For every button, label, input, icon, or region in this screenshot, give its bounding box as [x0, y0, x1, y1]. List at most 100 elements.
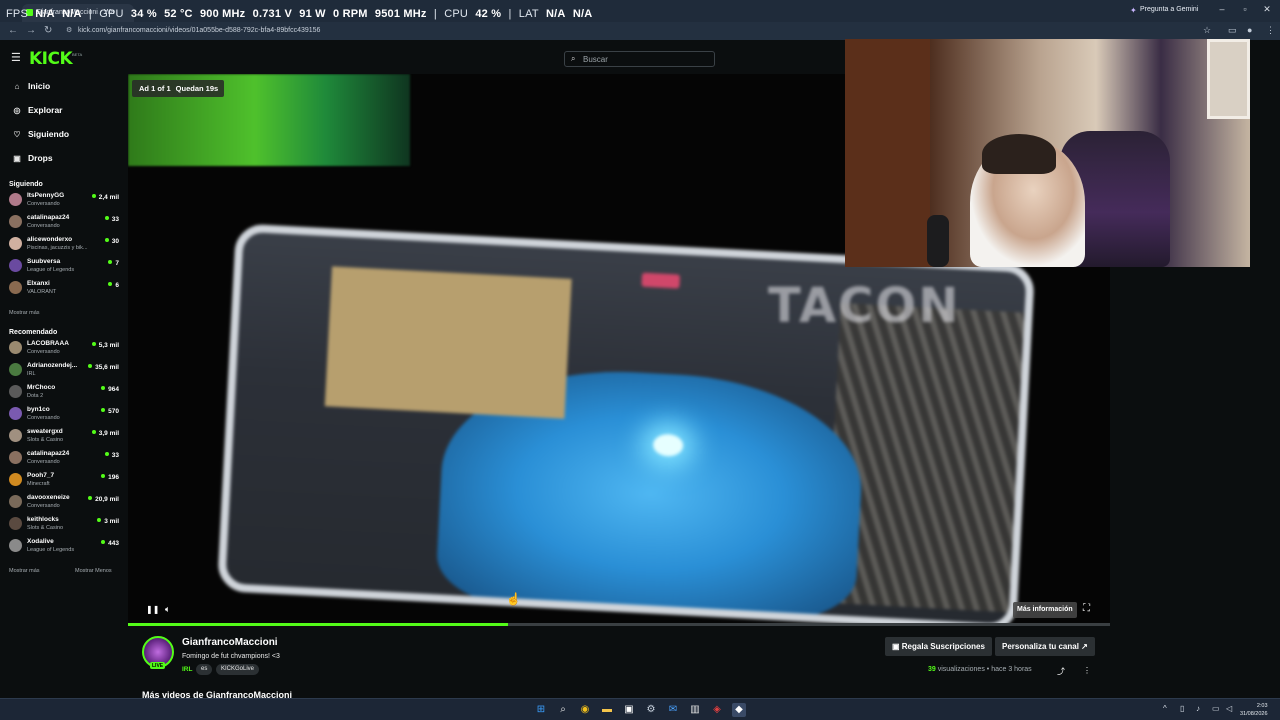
taskbar-search-icon[interactable]: ⌕	[556, 703, 570, 717]
channel-name: Elxanxi	[27, 280, 50, 287]
menu-icon[interactable]: ⋮	[1266, 25, 1275, 36]
tag-kickgolive[interactable]: KICKGoLive	[216, 664, 260, 675]
channel-avatar	[9, 259, 22, 272]
taskbar-clock[interactable]: 2:03 31/08/2026	[1240, 702, 1268, 718]
ask-gemini-button[interactable]: ✦ Pregunta a Gemini	[1126, 3, 1204, 18]
fullscreen-icon[interactable]: ⛶	[1083, 603, 1090, 614]
viewer-count: 33	[105, 452, 119, 459]
recommended-show-more-link[interactable]: Mostrar más	[9, 568, 40, 574]
channel-category: VALORANT	[27, 289, 57, 295]
hamburger-menu-icon[interactable]: ☰	[11, 51, 21, 64]
sidebar-channel[interactable]: Elxanxi VALORANT 6	[9, 278, 121, 298]
webcam-overlay	[845, 39, 1250, 267]
category-link[interactable]: IRL	[182, 666, 192, 673]
sidebar-channel[interactable]: ItsPennyGG Conversando 2,4 mil	[9, 190, 121, 210]
viewer-count: 196	[101, 474, 119, 481]
channel-name: Suubversa	[27, 258, 61, 265]
profile-icon[interactable]: ●	[1247, 25, 1252, 35]
video-phone-tag	[641, 272, 681, 289]
sidebar-item-inicio[interactable]: ⌂ Inicio	[11, 81, 51, 91]
pause-icon[interactable]: ❚❚	[146, 605, 159, 614]
channel-name: sweatergxd	[27, 428, 63, 435]
sidebar-channel[interactable]: catalinapaz24 Conversando 33	[9, 448, 121, 468]
ad-count-label: Ad 1 of 1	[139, 84, 171, 93]
steelseries-icon[interactable]: ◈	[710, 703, 724, 717]
volume-icon[interactable]: 🔈︎	[165, 604, 170, 615]
tray-mic-icon[interactable]: ♪	[1196, 704, 1200, 713]
kick-logo[interactable]: KICK	[29, 49, 73, 69]
sidebar-channel[interactable]: catalinapaz24 Conversando 33	[9, 212, 121, 232]
sidebar-channel[interactable]: Xodalive League of Legends 443	[9, 536, 121, 556]
sidebar-channel[interactable]: davooxeneize Conversando 20,9 mil	[9, 492, 121, 512]
sidebar-channel[interactable]: Adrianozendej... IRL 35,6 mil	[9, 360, 121, 380]
sidebar-channel[interactable]: byn1co Conversando 570	[9, 404, 121, 424]
sidebar-channel[interactable]: Pooh7_7 Minecraft 196	[9, 470, 121, 490]
file-explorer-icon[interactable]: ▬	[600, 703, 614, 717]
sidebar-item-explorar[interactable]: ◎ Explorar	[11, 105, 63, 115]
sidebar-channel[interactable]: LACOBRAAA Conversando 5,3 mil	[9, 338, 121, 358]
cast-icon[interactable]: ▭	[1228, 25, 1237, 36]
chrome-icon[interactable]: ◉	[578, 703, 592, 717]
sidebar-channel[interactable]: sweatergxd Slots & Casino 3,9 mil	[9, 426, 121, 446]
tray-battery-icon[interactable]: ▯	[1180, 704, 1184, 713]
more-info-button[interactable]: Más información	[1013, 602, 1077, 618]
windows-start-icon[interactable]: ⊞	[534, 703, 548, 717]
kebab-menu-icon[interactable]: ⋮	[1083, 666, 1091, 675]
gift-subs-label: Regala Suscripciones	[901, 642, 985, 651]
channel-category: League of Legends	[27, 267, 75, 273]
live-badge: LIVE	[150, 662, 166, 669]
sidebar-item-drops[interactable]: ▣ Drops	[11, 153, 52, 163]
viewer-count: 6	[108, 282, 119, 289]
close-icon[interactable]: ✕	[1260, 4, 1274, 15]
following-show-more-link[interactable]: Mostrar más	[9, 310, 40, 316]
tag-language[interactable]: es	[196, 664, 213, 675]
viewer-count: 20,9 mil	[88, 496, 119, 503]
osd-gpu-power: 91 W	[299, 8, 326, 20]
viewer-count: 443	[101, 540, 119, 547]
viewer-count: 33	[105, 216, 119, 223]
minimize-icon[interactable]: –	[1215, 4, 1229, 14]
sidebar-channel[interactable]: alicewonderxo Piscinas, jacuzzis y bik...…	[9, 234, 121, 254]
channel-name: LACOBRAAA	[27, 340, 69, 347]
more-videos-heading: Más videos de GianfrancoMaccioni	[142, 690, 293, 698]
channel-category: IRL	[27, 371, 36, 377]
forward-icon[interactable]: →	[26, 25, 36, 36]
recommended-show-less-link[interactable]: Mostrar Menos	[75, 568, 112, 574]
channel-avatar	[9, 473, 22, 486]
customize-channel-button[interactable]: Personaliza tu canal ↗	[995, 637, 1095, 656]
viewer-count: 3 mil	[97, 518, 119, 525]
channel-name[interactable]: GianfrancoMaccioni	[182, 637, 278, 648]
store-icon[interactable]: ▣	[622, 703, 636, 717]
url-field[interactable]: kick.com/gianfrancomaccioni/videos/01a05…	[78, 27, 320, 34]
webcam-door	[845, 39, 930, 267]
sidebar-item-siguiendo[interactable]: ♡ Siguiendo	[11, 129, 69, 139]
gift-subs-button[interactable]: ▣ Regala Suscripciones	[885, 637, 992, 656]
sidebar-item-label: Explorar	[28, 105, 63, 115]
audio-app-icon[interactable]: ▥	[688, 703, 702, 717]
tray-volume-icon[interactable]: ◁	[1226, 704, 1232, 713]
gift-icon: ▣	[13, 154, 21, 163]
windows-taskbar: ⊞ ⌕ ◉ ▬ ▣ ⚙ ✉ ▥ ◈ ◆ ^ ▯ ♪ ▭ ◁ 2:03 31/08…	[0, 698, 1280, 720]
back-icon[interactable]: ←	[8, 25, 18, 36]
channel-avatar	[9, 193, 22, 206]
sidebar-channel[interactable]: MrChoco Dota 2 964	[9, 382, 121, 402]
maximize-icon[interactable]: ▫	[1238, 4, 1252, 14]
sidebar-channel[interactable]: keithlocks Slots & Casino 3 mil	[9, 514, 121, 534]
sidebar-item-label: Inicio	[28, 81, 51, 91]
site-info-icon[interactable]: ⚙	[66, 26, 72, 34]
mail-icon[interactable]: ✉	[666, 703, 680, 717]
tray-chevron-icon[interactable]: ^	[1163, 704, 1167, 713]
channel-name: davooxeneize	[27, 494, 70, 501]
reload-icon[interactable]: ↻	[44, 25, 52, 36]
share-icon[interactable]: ⤴	[1057, 666, 1065, 677]
sidebar-channel[interactable]: Suubversa League of Legends 7	[9, 256, 121, 276]
channel-avatar	[9, 215, 22, 228]
customize-channel-label: Personaliza tu canal	[1002, 642, 1079, 651]
active-app-icon[interactable]: ◆	[732, 703, 746, 717]
osd-cpu-load: 42 %	[475, 8, 502, 20]
bookmark-star-icon[interactable]: ☆	[1203, 25, 1211, 36]
search-input[interactable]: ⌕ Buscar	[564, 51, 715, 67]
tray-network-icon[interactable]: ▭	[1212, 704, 1220, 713]
osd-gpu-clock: 900 MHz	[199, 8, 246, 20]
settings-icon[interactable]: ⚙	[644, 703, 658, 717]
